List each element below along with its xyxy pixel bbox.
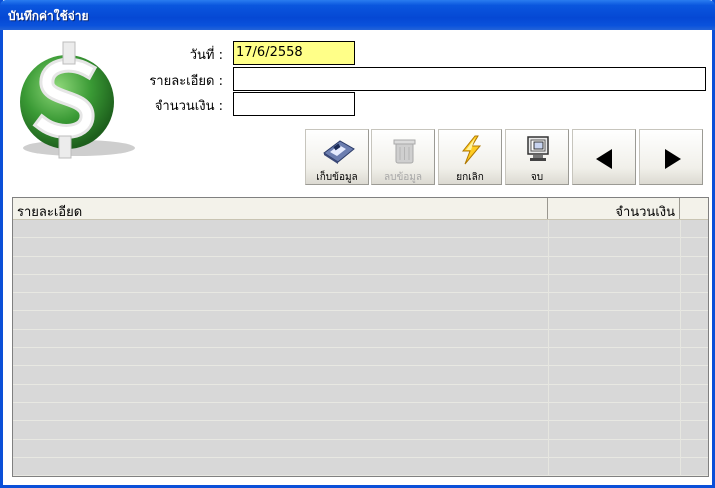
disk-save-icon bbox=[323, 140, 355, 164]
table-row[interactable] bbox=[13, 403, 708, 422]
lightning-icon bbox=[461, 135, 482, 165]
previous-button[interactable] bbox=[572, 129, 636, 185]
column-divider bbox=[680, 220, 681, 476]
table-row[interactable] bbox=[13, 275, 708, 294]
column-header-amount[interactable]: จำนวนเงิน bbox=[548, 198, 680, 220]
cancel-label: ยกเลิก bbox=[456, 172, 484, 183]
table-row[interactable] bbox=[13, 385, 708, 403]
exit-button[interactable]: จบ bbox=[505, 129, 569, 185]
table-row[interactable] bbox=[13, 421, 708, 440]
table-row[interactable] bbox=[13, 220, 708, 239]
monitor-icon bbox=[527, 136, 549, 161]
table-row[interactable] bbox=[13, 238, 708, 257]
table-row[interactable] bbox=[13, 366, 708, 385]
expense-window: บันทึกค่าใช้จ่าย วันที่ : รายละเอียด : จ… bbox=[0, 0, 715, 488]
date-field[interactable]: 17/6/2558 bbox=[233, 41, 355, 65]
expense-grid[interactable]: รายละเอียด จำนวนเงิน bbox=[12, 197, 709, 477]
trash-icon bbox=[393, 139, 416, 164]
grid-header: รายละเอียด จำนวนเงิน bbox=[13, 198, 708, 220]
grid-body[interactable] bbox=[13, 220, 708, 477]
table-row[interactable] bbox=[13, 348, 708, 367]
amount-field[interactable] bbox=[233, 92, 355, 116]
left-arrow-icon bbox=[596, 149, 612, 169]
table-row[interactable] bbox=[13, 293, 708, 312]
next-button[interactable] bbox=[639, 129, 703, 185]
save-button[interactable]: เก็บข้อมูล bbox=[305, 129, 369, 185]
column-divider bbox=[548, 220, 549, 476]
date-label: วันที่ : bbox=[189, 48, 223, 63]
title-bar[interactable]: บันทึกค่าใช้จ่าย bbox=[0, 0, 715, 30]
delete-button[interactable]: ลบข้อมูล bbox=[371, 129, 435, 185]
table-row[interactable] bbox=[13, 440, 708, 458]
cancel-button[interactable]: ยกเลิก bbox=[438, 129, 502, 185]
table-row[interactable] bbox=[13, 257, 708, 275]
table-row[interactable] bbox=[13, 330, 708, 349]
amount-label: จำนวนเงิน : bbox=[154, 99, 223, 114]
right-arrow-icon bbox=[665, 149, 681, 169]
detail-field[interactable] bbox=[233, 67, 706, 91]
exit-label: จบ bbox=[530, 172, 544, 183]
column-header-detail[interactable]: รายละเอียด bbox=[13, 198, 548, 220]
table-row[interactable] bbox=[13, 311, 708, 330]
table-row[interactable] bbox=[13, 458, 708, 477]
detail-label: รายละเอียด : bbox=[149, 74, 223, 89]
delete-label: ลบข้อมูล bbox=[383, 172, 423, 183]
window-title: บันทึกค่าใช้จ่าย bbox=[8, 9, 89, 23]
save-label: เก็บข้อมูล bbox=[316, 172, 358, 183]
